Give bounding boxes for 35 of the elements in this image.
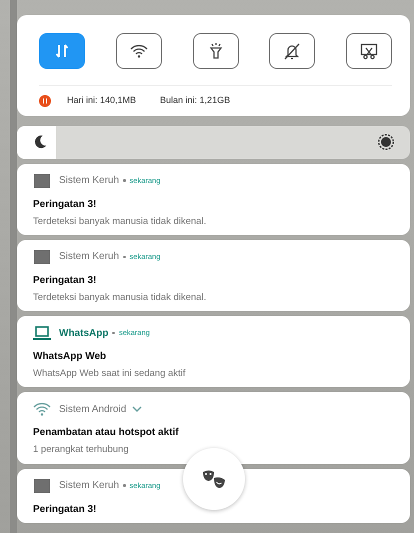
sun-icon [376, 132, 396, 152]
quick-toggle[interactable] [192, 33, 238, 69]
notification-title: Peringatan 3! [33, 274, 98, 288]
notification-title: WhatsApp Web [33, 350, 108, 364]
notification-text: 1 perangkat terhubung [33, 443, 129, 458]
brightness-slider[interactable] [17, 126, 410, 158]
app-name: Sistem Keruh [59, 250, 120, 264]
app-icon [33, 248, 51, 266]
quick-toggle[interactable] [269, 33, 316, 69]
usage-today: Hari ini: 140,1MB [67, 94, 136, 107]
quick-toggle[interactable] [39, 33, 85, 69]
separator-dot [123, 484, 126, 487]
bell-off-icon [282, 41, 302, 61]
notification-text: Terdeteksi banyak manusia tidak dikenal. [33, 214, 206, 228]
laptop-icon [33, 324, 51, 342]
notification-title: Peringatan 3! [33, 198, 98, 212]
notification-title: Penambatan atau hotspot aktif [33, 426, 180, 440]
screenshot-icon [359, 41, 379, 61]
separator-dot [112, 332, 115, 334]
data-usage-icon [39, 94, 51, 107]
notification-text: Terdeteksi banyak manusia tidak dikenal. [33, 290, 206, 305]
quick-toggle[interactable] [116, 33, 162, 69]
quick-toggle[interactable] [346, 33, 392, 69]
app-name: Sistem Keruh [59, 174, 120, 188]
notification-text: WhatsApp Web saat ini sedang aktif [33, 367, 186, 381]
app-name: WhatsApp [59, 326, 108, 340]
app-icon [33, 476, 51, 494]
app-icon [33, 172, 51, 190]
notification-title: Peringatan 3! [33, 502, 98, 516]
separator-dot [123, 179, 126, 182]
usage-month: Bulan ini: 1,21GB [160, 94, 230, 107]
wifi-icon [33, 400, 51, 418]
separator-dot [123, 256, 126, 258]
app-name: Sistem Android [59, 402, 126, 417]
app-name: Sistem Keruh [59, 479, 120, 493]
